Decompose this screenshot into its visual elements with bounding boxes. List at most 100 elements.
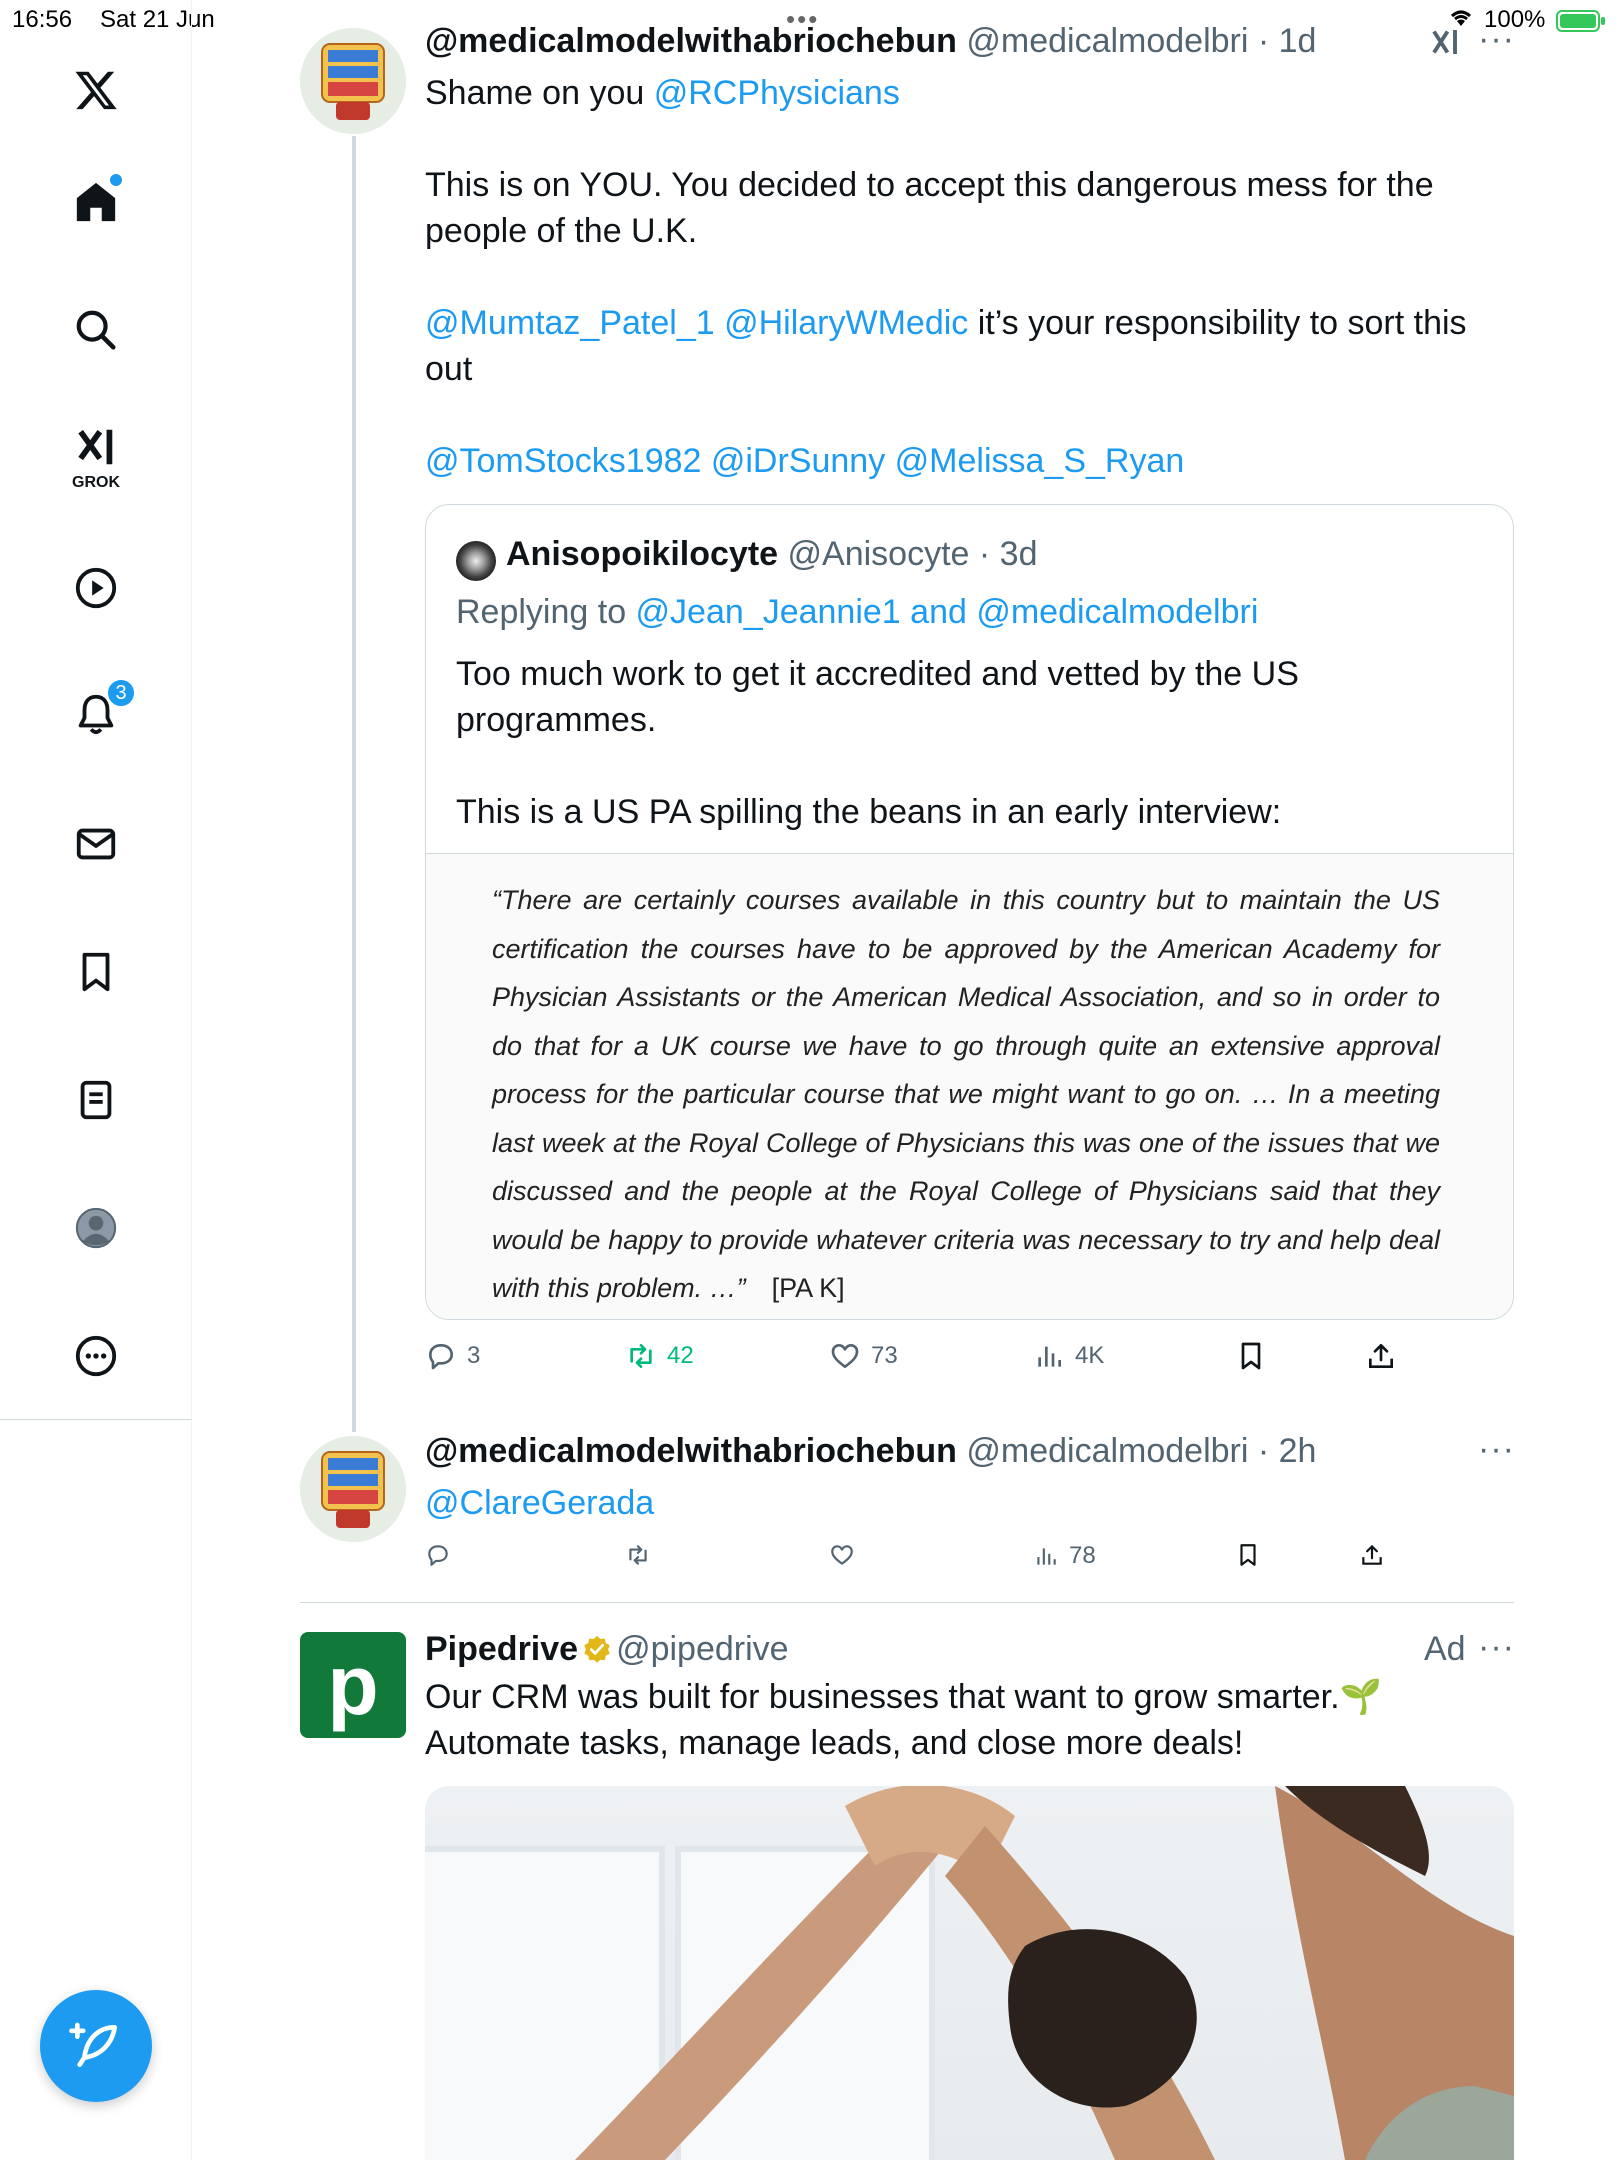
views-chart-icon	[1037, 1548, 1056, 1565]
mention-links[interactable]: @TomStocks1982 @iDrSunny @Melissa_S_Ryan	[425, 438, 1485, 484]
x-logo-icon[interactable]	[66, 60, 126, 120]
nav-grok[interactable]: GROK	[66, 424, 126, 491]
thread-connector	[352, 136, 356, 1432]
nav-bookmarks[interactable]	[66, 942, 126, 1002]
nav-lists[interactable]	[66, 1070, 126, 1130]
verified-gold-badge-icon	[584, 1635, 610, 1663]
more-options-icon[interactable]: ···	[1478, 1628, 1515, 1667]
tweet-time[interactable]: 1d	[1279, 22, 1317, 60]
ad-line: Our CRM was built for businesses that wa…	[425, 1678, 1382, 1716]
ad-author-handle[interactable]: @pipedrive	[616, 1630, 789, 1668]
like-button[interactable]	[829, 1542, 855, 1568]
ad-line: Automate tasks, manage leads, and close …	[425, 1724, 1244, 1762]
grok-explain-icon[interactable]	[1428, 22, 1464, 67]
mention-link[interactable]: @RCPhysicians	[654, 74, 900, 112]
views-button[interactable]: 78	[1033, 1542, 1096, 1570]
high-five-hands-photo	[575, 1786, 1514, 2160]
tweet-line: Shame on you @RCPhysicians	[425, 70, 1485, 116]
replying-to: Replying to @Jean_Jeannie1 and @medicalm…	[456, 593, 1258, 632]
compose-feather-icon	[69, 2022, 117, 2067]
ad-author-name[interactable]: Pipedrive	[425, 1630, 578, 1668]
author-name[interactable]: @medicalmodelwithabriochebun	[425, 22, 957, 60]
bookmark-icon	[82, 952, 110, 992]
like-button[interactable]: 73	[829, 1340, 898, 1372]
reply-icon	[428, 1545, 448, 1566]
avatar[interactable]	[300, 28, 406, 134]
nav-messages[interactable]	[66, 814, 126, 874]
list-icon	[80, 1080, 112, 1120]
nav-notifications[interactable]: 3	[66, 678, 136, 744]
quoted-text: Too much work to get it accredited and v…	[456, 651, 1476, 835]
quoted-paragraph: This is a US PA spilling the beans in an…	[456, 793, 1282, 831]
tweet-divider	[300, 1602, 1514, 1603]
side-navigation: GROK 3	[0, 0, 192, 1420]
image-quote-text: “There are certainly courses available i…	[492, 876, 1440, 1313]
home-icon	[76, 182, 116, 222]
reply-button[interactable]	[425, 1542, 451, 1568]
mention-link[interactable]: @ClareGerada	[425, 1480, 654, 1526]
share-button[interactable]	[1359, 1542, 1385, 1568]
tweet-actions: 78	[425, 1542, 1515, 1582]
bookmark-icon	[1240, 1544, 1256, 1566]
replying-mentions: @Jean_Jeannie1 and @medicalmodelbri	[635, 593, 1259, 631]
tweet-time[interactable]: 2h	[1279, 1432, 1317, 1470]
reply-count: 3	[467, 1342, 481, 1369]
repost-icon	[629, 1545, 647, 1565]
nav-profile[interactable]	[66, 1198, 126, 1258]
image-quote-body: “There are certainly courses available i…	[492, 885, 1440, 1303]
bookmark-button[interactable]	[1235, 1340, 1267, 1372]
separator: ·	[1248, 22, 1279, 60]
repost-button[interactable]	[625, 1542, 651, 1568]
replying-prefix: Replying to	[456, 593, 636, 631]
image-quote-tag: [PA K]	[771, 1273, 845, 1303]
tweet-line: @Mumtaz_Patel_1 @HilaryWMedic it’s your …	[425, 300, 1485, 392]
nav-home[interactable]	[66, 172, 126, 232]
tweet-text-part: Shame on you	[425, 74, 654, 112]
compose-button[interactable]	[40, 1990, 152, 2102]
reply-icon	[429, 1344, 453, 1370]
quoted-author-name: Anisopoikilocyte	[506, 535, 779, 573]
more-options-icon[interactable]: ···	[1478, 1430, 1515, 1469]
ad-text: Our CRM was built for businesses that wa…	[425, 1674, 1505, 1766]
share-button[interactable]	[1365, 1340, 1397, 1372]
play-icon	[75, 567, 117, 609]
repost-count: 42	[667, 1342, 694, 1369]
tweet-header: @medicalmodelwithabriochebun @medicalmod…	[425, 22, 1316, 61]
author-handle[interactable]: @medicalmodelbri	[966, 22, 1248, 60]
search-icon	[76, 310, 116, 350]
quoted-image[interactable]: “There are certainly courses available i…	[426, 853, 1513, 1319]
mention-links[interactable]: @Mumtaz_Patel_1 @HilaryWMedic	[425, 304, 968, 342]
nav-more[interactable]	[66, 1326, 126, 1386]
view-count: 4K	[1075, 1342, 1105, 1369]
grok-label: GROK	[72, 474, 120, 491]
avatar[interactable]	[300, 1436, 406, 1542]
share-icon	[1369, 1344, 1393, 1368]
more-circle-icon	[75, 1335, 117, 1377]
views-chart-icon	[1038, 1346, 1061, 1367]
more-options-icon[interactable]: ···	[1478, 20, 1515, 59]
quoted-header: Anisopoikilocyte @Anisocyte · 3d	[506, 535, 1037, 574]
separator: ·	[969, 535, 1000, 573]
views-button[interactable]: 4K	[1033, 1340, 1104, 1372]
notification-badge: 3	[106, 678, 136, 708]
repost-button[interactable]: 42	[625, 1340, 694, 1372]
author-handle[interactable]: @medicalmodelbri	[966, 1432, 1248, 1470]
battery-icon	[1556, 10, 1605, 32]
ad-media-image[interactable]	[425, 1786, 1514, 2160]
pipedrive-logo[interactable]: p	[300, 1632, 406, 1738]
quoted-avatar	[456, 541, 496, 581]
quoted-paragraph: Too much work to get it accredited and v…	[456, 655, 1299, 739]
mail-icon	[76, 828, 116, 860]
nav-videos[interactable]	[66, 558, 126, 618]
reply-button[interactable]: 3	[425, 1340, 480, 1372]
quoted-author-handle: @Anisocyte	[787, 535, 970, 573]
repost-icon	[630, 1344, 652, 1368]
nav-explore[interactable]	[66, 300, 126, 360]
quoted-tweet[interactable]: Anisopoikilocyte @Anisocyte · 3d Replyin…	[425, 504, 1514, 1320]
grok-icon	[78, 429, 113, 465]
home-unread-dot	[110, 174, 122, 186]
nav-border	[191, 1420, 192, 2160]
author-name[interactable]: @medicalmodelwithabriochebun	[425, 1432, 957, 1470]
like-count: 73	[871, 1342, 898, 1369]
bookmark-button[interactable]	[1235, 1542, 1261, 1568]
